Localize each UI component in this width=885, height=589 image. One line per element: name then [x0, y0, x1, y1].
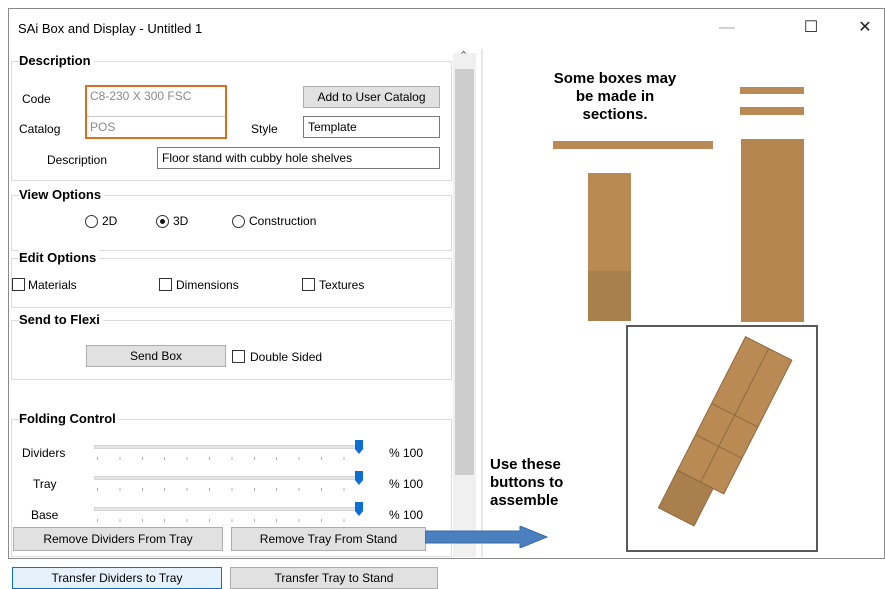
scroll-up-icon[interactable]: ⌃ — [459, 49, 468, 62]
scrollbar-thumb[interactable] — [455, 69, 474, 475]
folding-control-title: Folding Control — [19, 411, 119, 426]
buttons-annotation-line-1: Use these — [490, 456, 561, 473]
catalog-label: Catalog — [19, 122, 61, 136]
buttons-annotation-line-2: buttons to — [490, 474, 564, 491]
textures-checkbox[interactable] — [302, 278, 315, 291]
view-options-title: View Options — [19, 187, 105, 202]
radio-construction-label: Construction — [249, 214, 317, 228]
cardboard-piece-top — [740, 87, 804, 94]
settings-panel: Description Code C8-230 X 300 FSC Catalo… — [9, 49, 481, 557]
style-field[interactable]: Template — [303, 116, 440, 138]
dividers-slider-ticks — [97, 457, 363, 460]
radio-2d-label: 2D — [102, 214, 118, 228]
materials-label: Materials — [28, 278, 77, 292]
double-sided-label: Double Sided — [250, 350, 323, 364]
cardboard-shelf-flat — [553, 141, 713, 149]
dimensions-label: Dimensions — [176, 278, 239, 292]
sections-annotation-line-3: sections. — [582, 106, 648, 123]
radio-3d-label: 3D — [173, 214, 189, 228]
transfer-tray-button[interactable]: Transfer Tray to Stand — [230, 567, 438, 589]
dividers-slider-track[interactable] — [94, 445, 361, 449]
pointer-arrow-icon — [425, 526, 549, 548]
base-value: % 100 — [389, 508, 424, 522]
edit-options-title: Edit Options — [19, 250, 100, 265]
style-label: Style — [251, 122, 278, 136]
cardboard-piece-2 — [740, 107, 804, 115]
remove-dividers-button[interactable]: Remove Dividers From Tray — [13, 527, 223, 551]
minimize-button[interactable]: — — [707, 13, 747, 43]
radio-2d[interactable] — [85, 215, 98, 228]
window-title: SAi Box and Display - Untitled 1 — [18, 21, 203, 36]
radio-3d[interactable] — [156, 215, 169, 228]
tray-slider-track[interactable] — [94, 476, 361, 480]
dimensions-checkbox[interactable] — [159, 278, 172, 291]
base-slider-ticks — [97, 519, 363, 522]
send-box-button[interactable]: Send Box — [86, 345, 226, 367]
tray-slider-ticks — [97, 488, 363, 491]
code-label: Code — [22, 92, 51, 106]
sections-annotation-line-1: Some boxes may — [553, 70, 677, 87]
sections-annotation-line-2: be made in — [575, 88, 655, 105]
cardboard-panel-tall — [741, 139, 804, 322]
cardboard-stand-base — [588, 271, 631, 321]
assembled-stand-graphic — [657, 335, 793, 527]
highlight-box — [85, 85, 227, 139]
close-button[interactable]: ✕ — [845, 13, 885, 43]
textures-label: Textures — [319, 278, 365, 292]
send-to-flexi-title: Send to Flexi — [19, 312, 103, 327]
radio-construction[interactable] — [232, 215, 245, 228]
description-field[interactable]: Floor stand with cubby hole shelves — [157, 147, 440, 169]
materials-checkbox[interactable] — [12, 278, 25, 291]
pane-divider — [481, 49, 483, 557]
description-label: Description — [47, 153, 108, 167]
buttons-annotation-line-3: assemble — [490, 492, 559, 509]
description-title: Description — [19, 53, 94, 68]
transfer-dividers-button[interactable]: Transfer Dividers to Tray — [12, 567, 222, 589]
base-label: Base — [31, 508, 59, 522]
title-bar: SAi Box and Display - Untitled 1 — ☐ ✕ — [9, 9, 884, 47]
dividers-value: % 100 — [389, 446, 424, 460]
dividers-label: Dividers — [22, 446, 66, 460]
remove-tray-button[interactable]: Remove Tray From Stand — [231, 527, 426, 551]
maximize-button[interactable]: ☐ — [791, 13, 831, 43]
add-to-user-catalog-button[interactable]: Add to User Catalog — [303, 86, 440, 108]
tray-label: Tray — [33, 477, 57, 491]
base-slider-track[interactable] — [94, 507, 361, 511]
double-sided-checkbox[interactable] — [232, 350, 245, 363]
sections-annotation: Some boxes may be made in sections. — [525, 70, 705, 124]
tray-value: % 100 — [389, 477, 424, 491]
buttons-annotation: Use these buttons to assemble — [490, 456, 600, 510]
